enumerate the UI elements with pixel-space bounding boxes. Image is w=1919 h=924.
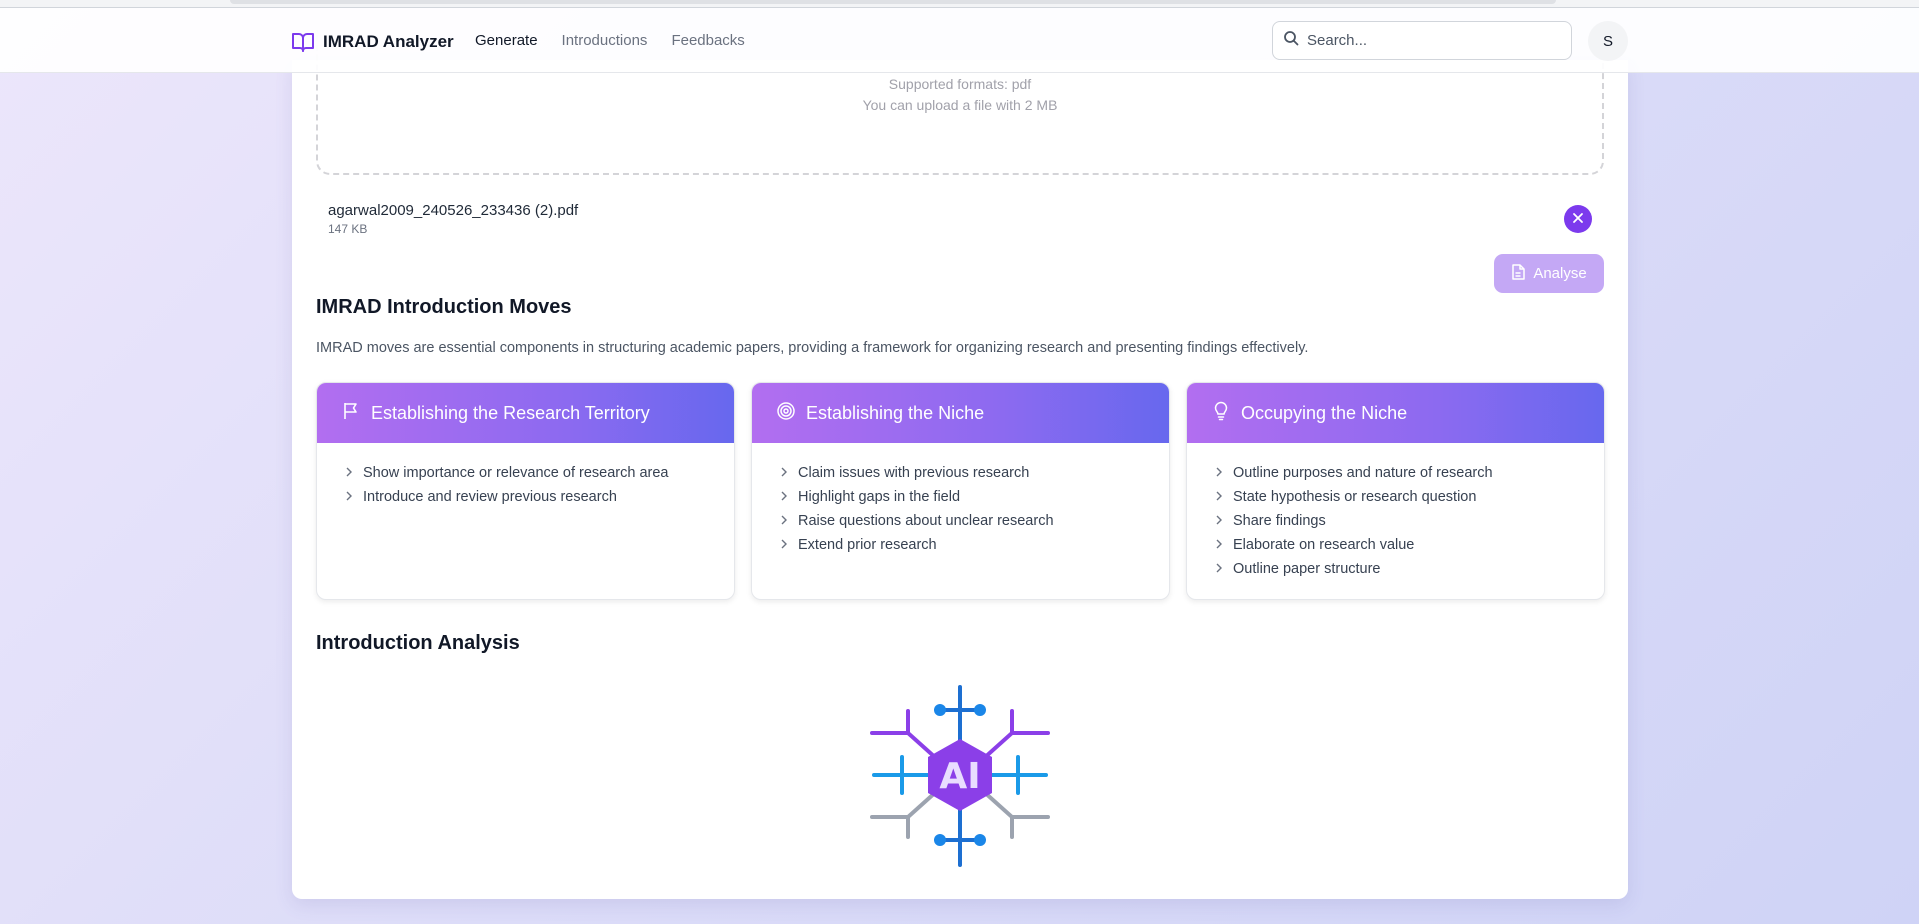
move-card-niche: Establishing the Niche Claim issues with…	[751, 382, 1170, 600]
flag-icon	[341, 401, 361, 426]
chevron-right-icon	[1215, 561, 1223, 577]
nav-feedbacks[interactable]: Feedbacks	[671, 32, 744, 49]
search-icon	[1283, 30, 1299, 51]
move-card-title: Establishing the Research Territory	[371, 402, 650, 423]
move-card-territory: Establishing the Research Territory Show…	[316, 382, 735, 600]
chevron-right-icon	[780, 489, 788, 505]
list-item-text: Outline paper structure	[1233, 561, 1381, 577]
move-list: Outline purposes and nature of research …	[1187, 443, 1604, 581]
browser-top-strip	[0, 0, 1919, 8]
close-icon	[1572, 212, 1584, 227]
document-icon	[1511, 263, 1526, 284]
list-item-text: Introduce and review previous research	[363, 489, 617, 505]
supported-formats-text: Supported formats: pdf	[888, 76, 1032, 92]
main-card: Supported formats: pdf You can upload a …	[292, 30, 1628, 899]
list-item-text: Highlight gaps in the field	[798, 489, 961, 505]
chevron-right-icon	[780, 513, 788, 529]
main-nav: Generate Introductions Feedbacks	[475, 32, 745, 49]
move-card-header: Establishing the Niche	[752, 383, 1169, 443]
list-item: Introduce and review previous research	[345, 485, 734, 509]
chevron-right-icon	[1215, 465, 1223, 481]
move-list: Claim issues with previous research High…	[752, 443, 1169, 557]
list-item: Share findings	[1215, 509, 1604, 533]
moves-section-title: IMRAD Introduction Moves	[316, 296, 572, 318]
chevron-right-icon	[780, 465, 788, 481]
chevron-right-icon	[345, 489, 353, 505]
move-card-header: Occupying the Niche	[1187, 383, 1604, 443]
search-box[interactable]	[1272, 21, 1572, 60]
list-item-text: Extend prior research	[798, 537, 937, 553]
nav-generate[interactable]: Generate	[475, 32, 538, 49]
move-list: Show importance or relevance of research…	[317, 443, 734, 509]
list-item-text: Elaborate on research value	[1233, 537, 1415, 553]
target-icon	[776, 401, 796, 426]
list-item: Elaborate on research value	[1215, 533, 1604, 557]
nav-introductions[interactable]: Introductions	[562, 32, 648, 49]
list-item-text: Share findings	[1233, 513, 1326, 529]
chevron-right-icon	[1215, 513, 1223, 529]
move-card-occupying: Occupying the Niche Outline purposes and…	[1186, 382, 1605, 600]
brand-name: IMRAD Analyzer	[323, 32, 454, 51]
move-card-title: Occupying the Niche	[1241, 402, 1408, 423]
chevron-right-icon	[1215, 489, 1223, 505]
move-card-title: Establishing the Niche	[806, 402, 985, 423]
remove-file-button[interactable]	[1564, 205, 1592, 233]
analyse-button[interactable]: Analyse	[1494, 254, 1604, 293]
search-input[interactable]	[1307, 32, 1547, 49]
list-item: Outline purposes and nature of research	[1215, 461, 1604, 485]
size-limit-text: You can upload a file with 2 MB	[862, 97, 1058, 113]
list-item-text: Claim issues with previous research	[798, 465, 1030, 481]
uploaded-file-name: agarwal2009_240526_233436 (2).pdf	[328, 202, 579, 219]
list-item-text: Show importance or relevance of research…	[363, 465, 669, 481]
lightbulb-icon	[1211, 401, 1231, 426]
scroll-grip	[230, 0, 1556, 4]
analyse-label: Analyse	[1533, 265, 1587, 282]
ai-chip-label: AI	[939, 756, 980, 797]
chevron-right-icon	[345, 465, 353, 481]
list-item-text: Raise questions about unclear research	[798, 513, 1054, 529]
list-item: Highlight gaps in the field	[780, 485, 1169, 509]
list-item: Outline paper structure	[1215, 557, 1604, 581]
book-icon	[291, 31, 315, 53]
avatar[interactable]: S	[1588, 21, 1628, 61]
chevron-right-icon	[1215, 537, 1223, 553]
chevron-right-icon	[780, 537, 788, 553]
list-item: Extend prior research	[780, 533, 1169, 557]
analysis-section-title: Introduction Analysis	[316, 632, 520, 654]
list-item: Claim issues with previous research	[780, 461, 1169, 485]
list-item: Show importance or relevance of research…	[345, 461, 734, 485]
brand[interactable]: IMRAD Analyzer	[291, 30, 454, 54]
list-item-text: Outline purposes and nature of research	[1233, 465, 1493, 481]
top-navbar: IMRAD Analyzer Generate Introductions Fe…	[0, 8, 1919, 73]
list-item-text: State hypothesis or research question	[1233, 489, 1477, 505]
move-card-header: Establishing the Research Territory	[317, 383, 734, 443]
list-item: State hypothesis or research question	[1215, 485, 1604, 509]
uploaded-file-size: 147 KB	[328, 222, 368, 236]
list-item: Raise questions about unclear research	[780, 509, 1169, 533]
ai-chip-icon: AI	[862, 677, 1058, 873]
moves-description: IMRAD moves are essential components in …	[316, 340, 1309, 356]
